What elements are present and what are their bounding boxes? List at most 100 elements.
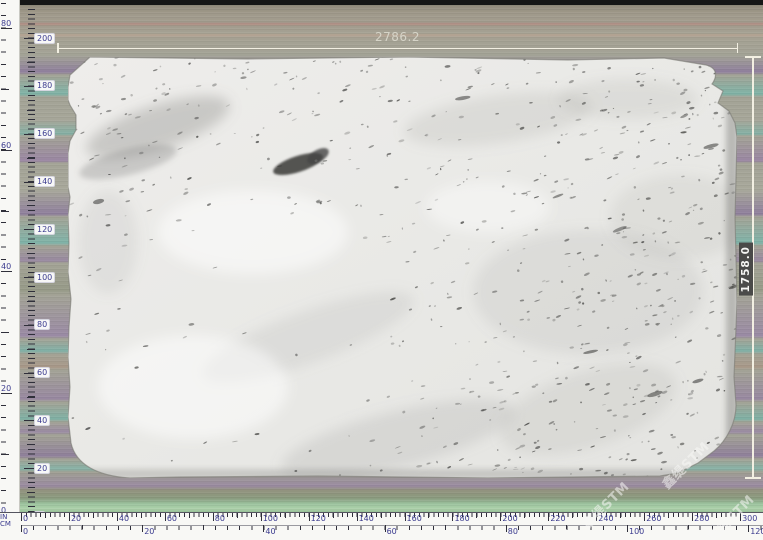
ruler-tick — [572, 513, 573, 518]
ruler-tick — [141, 513, 142, 518]
ruler-tick — [1, 150, 12, 151]
ruler-tick — [452, 513, 453, 521]
ruler-label: 180 — [34, 80, 55, 91]
ruler-tick — [27, 397, 35, 398]
ruler-tick — [27, 301, 35, 302]
unit-cm-label: CM — [0, 521, 11, 528]
ruler-label: 140 — [359, 514, 374, 523]
ruler-label: 120 — [34, 224, 55, 235]
ruler-tick — [476, 513, 477, 518]
ruler-minor-ticks — [1, 3, 6, 515]
ruler-tick — [548, 513, 549, 521]
ruler-label: 40 — [1, 262, 11, 271]
ruler-tick — [27, 158, 35, 159]
ruler-tick — [688, 525, 689, 529]
ruler-tick — [93, 513, 94, 518]
ruler-tick — [309, 513, 310, 521]
ruler-label: 120 — [311, 514, 326, 523]
ruler-tick — [324, 525, 325, 529]
ruler-tick — [1, 28, 12, 29]
ruler-tick — [524, 513, 525, 518]
ruler-tick — [21, 513, 22, 521]
ruler-label: 120 — [750, 527, 763, 536]
ruler-tick — [692, 513, 693, 521]
ruler-label: 20 — [144, 527, 154, 536]
ruler-label: 60 — [387, 527, 397, 536]
ruler-label: 140 — [34, 176, 55, 187]
ruler-tick — [27, 110, 35, 111]
ruler-tick — [1, 211, 9, 212]
height-dimension-cap-top — [745, 56, 761, 58]
ruler-label: 200 — [502, 514, 517, 523]
ruler-label: 220 — [550, 514, 565, 523]
ruler-label: 100 — [263, 514, 278, 523]
ruler-tick — [27, 349, 35, 350]
ruler-tick — [27, 253, 35, 254]
height-dimension-label: 1758.0 — [739, 243, 753, 296]
ruler-tick — [500, 513, 501, 521]
ruler-tick — [27, 205, 35, 206]
ruler-label: 200 — [34, 33, 55, 44]
width-dimension-line — [57, 48, 738, 49]
ruler-label: 20 — [71, 514, 81, 523]
ruler-tick — [263, 525, 264, 532]
ruler-tick — [333, 513, 334, 518]
ruler-tick — [506, 525, 507, 532]
ruler-label: 0 — [23, 527, 28, 536]
ruler-tick — [203, 525, 204, 529]
ruler-label: 160 — [407, 514, 422, 523]
ruler-tick — [82, 525, 83, 529]
ruler-tick — [142, 525, 143, 532]
ruler-tick — [21, 525, 22, 532]
ruler-label: 40 — [119, 514, 129, 523]
ruler-tick — [668, 513, 669, 518]
ruler-tick — [27, 444, 35, 445]
ruler-tick — [1, 271, 12, 272]
ruler-label: 280 — [694, 514, 709, 523]
slab-measurement-viewer: 2786.2 1758.0 806040200 2001801601401201… — [0, 0, 763, 540]
ruler-tick — [405, 513, 406, 521]
ruler-tick — [627, 525, 628, 532]
ruler-label: 260 — [646, 514, 661, 523]
ruler-label: 80 — [215, 514, 225, 523]
ruler-left-cm: 200180160140120100806040200 — [20, 0, 60, 540]
ruler-tick — [261, 513, 262, 521]
ruler-label: 80 — [34, 319, 50, 330]
ruler-tick — [1, 89, 9, 90]
ruler-tick — [566, 525, 567, 529]
ruler-tick — [385, 525, 386, 532]
ruler-label: 0 — [23, 514, 28, 523]
ruler-bottom: 0204060801001201401601802002202402602803… — [0, 512, 763, 540]
width-dimension-label: 2786.2 — [57, 30, 738, 44]
ruler-tick — [357, 513, 358, 521]
ruler-tick — [1, 332, 9, 333]
ruler-label: 20 — [1, 384, 11, 393]
ruler-tick — [1, 393, 12, 394]
ruler-label: 40 — [265, 527, 275, 536]
top-bar — [18, 0, 763, 5]
ruler-tick — [445, 525, 446, 529]
ruler-tick — [1, 454, 9, 455]
ruler-tick — [27, 62, 35, 63]
ruler-tick — [189, 513, 190, 518]
ruler-tick — [45, 513, 46, 518]
ruler-label: 100 — [34, 272, 55, 283]
ruler-unit-labels: INCM — [0, 514, 20, 528]
ruler-tick — [428, 513, 429, 518]
ruler-left-inches: 806040200 — [0, 0, 20, 540]
ruler-tick — [748, 525, 749, 532]
ruler-tick — [117, 513, 118, 521]
width-dimension-cap-right — [737, 43, 739, 53]
slab-image[interactable] — [68, 57, 737, 478]
ruler-label: 60 — [167, 514, 177, 523]
ruler-tick — [285, 513, 286, 518]
ruler-label: 100 — [629, 527, 644, 536]
ruler-tick — [165, 513, 166, 521]
ruler-label: 180 — [454, 514, 469, 523]
ruler-label: 60 — [1, 141, 11, 150]
ruler-tick — [27, 492, 35, 493]
ruler-label: 20 — [34, 463, 50, 474]
ruler-tick — [213, 513, 214, 521]
ruler-label: 60 — [34, 367, 50, 378]
ruler-tick — [644, 513, 645, 521]
